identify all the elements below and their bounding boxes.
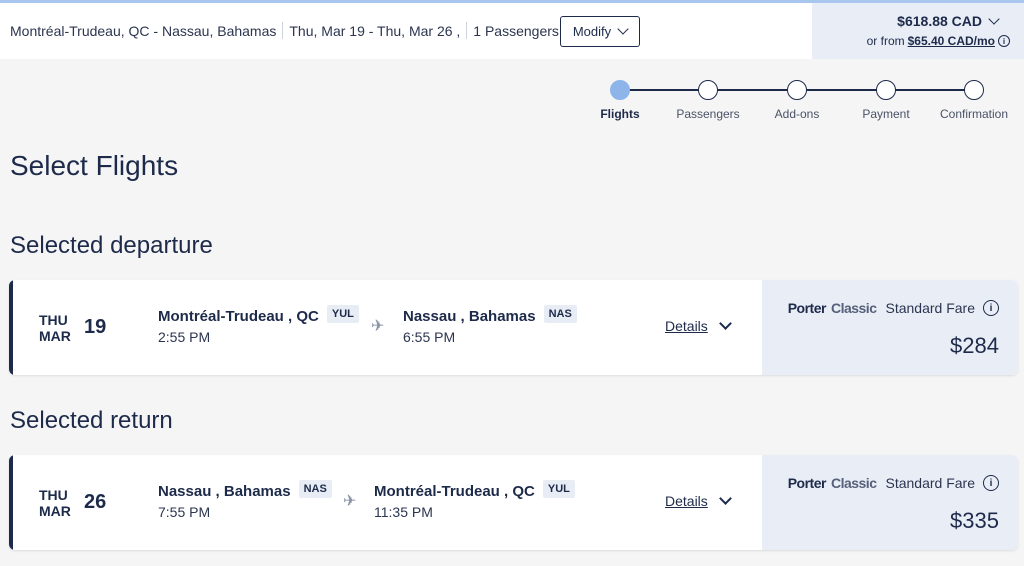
fare-name: Porter Classic Standard Fare i (788, 475, 999, 491)
chevron-down-icon (988, 12, 1000, 25)
origin-city-row: Montréal-Trudeau , QC YUL (158, 305, 359, 325)
fare-price: $284 (950, 333, 999, 358)
step-label: Flights (600, 107, 640, 121)
details-toggle[interactable]: Details (665, 317, 732, 334)
info-icon[interactable]: i (983, 475, 999, 491)
fare-price: $335 (950, 508, 999, 533)
info-icon[interactable]: i (983, 300, 999, 316)
card-accent (9, 455, 13, 550)
destination-segment: Montréal-Trudeau , QC YUL 11:35 PM (374, 480, 575, 520)
trip-route: Montréal-Trudeau, QC - Nassau, Bahamas (10, 22, 277, 39)
day-of-week: THU (39, 487, 68, 503)
destination-segment: Nassau , Bahamas NAS 6:55 PM (403, 305, 577, 345)
month: MAR (39, 328, 71, 344)
step-label: Passengers (676, 107, 740, 121)
departure-flight-card: THU MAR 19 Montréal-Trudeau , QC YUL 2:5… (9, 280, 1018, 375)
arrival-time: 6:55 PM (403, 329, 456, 345)
origin-code: YUL (326, 305, 359, 323)
step-label: Confirmation (939, 107, 1009, 121)
step-dot (610, 80, 630, 100)
destination-city: Montréal-Trudeau , QC (374, 483, 535, 500)
arrival-time: 11:35 PM (374, 504, 433, 520)
trip-passengers: 1 Passengers (473, 22, 559, 39)
departure-time: 2:55 PM (158, 329, 211, 345)
dest-city-row: Montréal-Trudeau , QC YUL (374, 480, 575, 500)
total-price[interactable]: $618.88 CAD (897, 12, 1000, 29)
step-dot (787, 80, 807, 100)
origin-city: Montréal-Trudeau , QC (158, 308, 319, 325)
info-icon[interactable]: i (998, 35, 1010, 47)
origin-segment: Montréal-Trudeau , QC YUL 2:55 PM (158, 305, 359, 345)
total-price-value: $618.88 CAD (897, 13, 982, 29)
fare-brand-class: Classic (830, 475, 877, 491)
step-passengers: Passengers (658, 80, 758, 121)
origin-city-row: Nassau , Bahamas NAS (158, 480, 332, 500)
month: MAR (39, 503, 71, 519)
chevron-down-icon (718, 492, 732, 505)
chevron-down-icon (718, 317, 732, 330)
monthly-price: or from $65.40 CAD/mo i (867, 34, 1010, 48)
origin-code: NAS (298, 480, 332, 498)
details-toggle[interactable]: Details (665, 492, 732, 509)
day-number: 19 (84, 316, 107, 338)
origin-segment: Nassau , Bahamas NAS 7:55 PM (158, 480, 332, 520)
step-dot (876, 80, 896, 100)
step-label: Payment (862, 107, 910, 121)
day-of-week: THU (39, 312, 68, 328)
step-label: Add-ons (774, 107, 820, 121)
destination-city: Nassau , Bahamas (403, 308, 536, 325)
fare-brand: Porter (787, 300, 827, 316)
dest-city-row: Nassau , Bahamas NAS (403, 305, 577, 325)
modify-button[interactable]: Modify (560, 16, 640, 47)
destination-code: NAS (543, 305, 577, 323)
step-flights: Flights (570, 80, 670, 121)
flight-date: THU MAR (39, 312, 71, 344)
day-number: 26 (84, 491, 107, 513)
fare-type: Standard Fare (885, 300, 976, 316)
origin-city: Nassau , Bahamas (158, 483, 291, 500)
step-add-ons: Add-ons (747, 80, 847, 121)
step-dot (698, 80, 718, 100)
modify-button-label: Modify (572, 24, 612, 39)
fare-type: Standard Fare (885, 475, 976, 491)
fare-panel: Porter Classic Standard Fare i $335 (762, 455, 1018, 550)
divider (466, 22, 468, 39)
chevron-down-icon (617, 23, 629, 35)
departure-time: 7:55 PM (158, 504, 211, 520)
airplane-icon: ✈ (343, 493, 357, 510)
monthly-price-link[interactable]: $65.40 CAD/mo (908, 34, 995, 48)
fare-brand: Porter (787, 475, 827, 491)
divider (282, 22, 284, 39)
page-title: Select Flights (10, 150, 179, 181)
fare-name: Porter Classic Standard Fare i (788, 300, 999, 316)
details-label: Details (665, 493, 708, 509)
return-section-title: Selected return (10, 407, 173, 434)
trip-summary: Montréal-Trudeau, QC - Nassau, Bahamas T… (10, 22, 559, 39)
departure-section-title: Selected departure (10, 232, 213, 259)
destination-code: YUL (542, 480, 575, 498)
flight-date: THU MAR (39, 487, 71, 519)
details-label: Details (665, 318, 708, 334)
step-payment: Payment (836, 80, 936, 121)
step-confirmation: Confirmation (924, 80, 1024, 121)
step-dot (964, 80, 984, 100)
return-flight-card: THU MAR 26 Nassau , Bahamas NAS 7:55 PM … (9, 455, 1018, 550)
fare-brand-class: Classic (830, 300, 877, 316)
airplane-icon: ✈ (371, 318, 385, 335)
booking-stepper: Flights Passengers Add-ons Payment Confi… (590, 80, 1024, 130)
price-summary[interactable]: $618.88 CAD or from $65.40 CAD/mo i (812, 3, 1024, 59)
card-accent (9, 280, 13, 375)
or-from-label: or from (866, 34, 905, 48)
trip-dates: Thu, Mar 19 - Thu, Mar 26 , (289, 22, 461, 39)
fare-panel: Porter Classic Standard Fare i $284 (762, 280, 1018, 375)
